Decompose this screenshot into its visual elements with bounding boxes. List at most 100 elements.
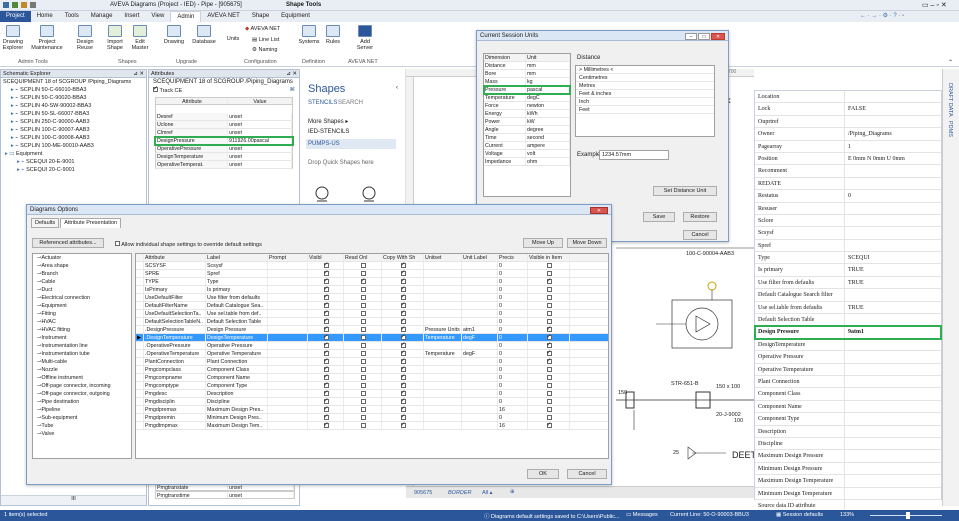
distance-unit-list[interactable]: > Millimetres < Centimetres Metres Feet & i… — [575, 65, 715, 137]
restore-button[interactable]: Restore — [683, 212, 717, 222]
property-row[interactable]: Lock FALSE — [755, 103, 941, 116]
unit-row[interactable]: Force newton — [484, 102, 570, 110]
explorer-item[interactable]: ▸ ⌁ SCPLIN 250-C-90000-AAB3 — [1, 118, 146, 126]
options-cell[interactable] — [308, 422, 344, 429]
options-cell[interactable] — [308, 270, 344, 277]
project-maintenance-button[interactable]: Project Maintenance — [30, 25, 64, 51]
checkbox[interactable] — [400, 310, 406, 317]
property-row[interactable]: Use sel.table from defaults TRUE — [755, 301, 941, 315]
explorer-item[interactable]: ▸ ⌁ SCPLIN 50-C-90020-BBA3 — [1, 94, 146, 102]
options-cell[interactable] — [528, 366, 570, 373]
naming-button[interactable]: ⚙ Naming — [252, 47, 292, 53]
property-row[interactable]: Component Type — [755, 413, 941, 426]
options-cell[interactable] — [382, 278, 424, 285]
checkbox[interactable] — [323, 270, 329, 277]
distance-unit-option[interactable]: Feet — [576, 106, 714, 114]
options-row[interactable]: PmgcompnameComponent Name 0 — [136, 374, 608, 382]
options-row[interactable]: TYPEType 0 — [136, 278, 608, 286]
property-row[interactable]: REDATE — [755, 177, 941, 191]
checkbox[interactable] — [323, 414, 329, 421]
checkbox[interactable] — [546, 319, 552, 324]
shape-type-item[interactable]: ⊸ Nozzle — [33, 366, 131, 374]
checkbox[interactable] — [400, 374, 406, 381]
shape-type-item[interactable]: ⊸ Equipment — [33, 302, 131, 310]
attribute-row[interactable]: Pmgtranstime unset — [155, 491, 295, 499]
shape-type-item[interactable]: ⊸ Off-page connector, incoming — [33, 382, 131, 390]
checkbox[interactable] — [546, 350, 552, 357]
column-header[interactable]: Read Onl — [344, 254, 382, 261]
checkbox[interactable] — [546, 287, 552, 292]
property-row[interactable]: Spref — [755, 239, 941, 253]
options-row[interactable]: PmgcomptypeComponent Type 0 — [136, 382, 608, 390]
attribute-value[interactable]: unset — [228, 161, 292, 168]
checkbox[interactable] — [360, 303, 366, 308]
options-cell[interactable] — [308, 374, 344, 381]
attribute-value[interactable]: unset — [228, 492, 294, 498]
property-value[interactable] — [845, 240, 941, 251]
shape-type-item[interactable]: ⊸ HVAC — [33, 318, 131, 326]
checkbox[interactable] — [360, 327, 366, 332]
property-value[interactable] — [845, 165, 941, 176]
move-up-button[interactable]: Move Up — [523, 238, 563, 248]
checkbox[interactable] — [546, 263, 552, 268]
attribute-value[interactable]: unset — [228, 153, 292, 160]
options-cell[interactable] — [528, 310, 570, 317]
options-cell[interactable] — [528, 334, 570, 341]
checkbox[interactable] — [323, 294, 329, 301]
cancel-button[interactable]: Cancel — [683, 230, 717, 240]
drawing-canvas[interactable]: 100-C-90004-AAB3 STR-651-B 150 x 100 150… — [616, 240, 763, 500]
property-value[interactable]: E 0mm N 0mm U 0mm — [845, 153, 941, 164]
options-row[interactable]: PmgdpremaxMaximum Design Pres.. 16 — [136, 406, 608, 414]
options-cell[interactable] — [344, 366, 382, 373]
options-cell[interactable] — [308, 414, 344, 421]
options-cell[interactable] — [344, 398, 382, 405]
property-value[interactable]: /Piping_Diagrams — [845, 128, 941, 139]
property-value[interactable]: TRUE — [845, 277, 941, 288]
property-row[interactable]: Default Catalogue Search filter — [755, 289, 941, 302]
page-tab-905675[interactable]: 905675 — [414, 490, 432, 496]
property-row[interactable]: Minimum Design Temperature — [755, 487, 941, 500]
column-header[interactable]: Attribute — [144, 254, 206, 261]
explorer-item[interactable]: ▸ ⌁ SCPLIN 100-C-90007-AAB3 — [1, 126, 146, 134]
ribbon-tab-project[interactable]: Project — [0, 11, 31, 22]
options-cell[interactable] — [344, 310, 382, 317]
options-row[interactable]: .DesignPressureDesign Pressure Pressure U… — [136, 326, 608, 334]
shape-type-item[interactable]: ⊸ Branch — [33, 270, 131, 278]
column-header[interactable]: Visible in Item — [528, 254, 570, 261]
options-row[interactable]: .OperativeTemperature Operative Temperatu… — [136, 350, 608, 358]
window-controls[interactable]: ▭ – ▫ ✕ — [922, 1, 947, 9]
shape-type-item[interactable]: ⊸ Cable — [33, 278, 131, 286]
explorer-item[interactable]: ▸ ▭ Equipment — [1, 150, 146, 158]
property-value[interactable]: TRUE — [845, 264, 941, 275]
checkbox[interactable] — [323, 358, 329, 365]
options-cell[interactable] — [344, 270, 382, 277]
shape-type-item[interactable]: ⊸ Instrument — [33, 334, 131, 342]
options-cell[interactable] — [344, 358, 382, 365]
more-shapes[interactable]: More Shapes ▸ — [308, 118, 348, 125]
checkbox[interactable] — [400, 398, 406, 405]
options-cell[interactable] — [344, 286, 382, 293]
checkbox[interactable] — [323, 390, 329, 397]
systems-button[interactable]: Systems — [296, 25, 322, 45]
options-cell[interactable] — [344, 294, 382, 301]
shape-type-item[interactable]: ⊸ Offline instrument — [33, 374, 131, 382]
shape-type-item[interactable]: ⊸ Electrical connection — [33, 294, 131, 302]
options-cell[interactable] — [308, 302, 344, 309]
explorer-item[interactable]: ▸ ⌁ SCPLIN 100-ME-90010-AAB3 — [1, 142, 146, 150]
unit-row[interactable]: Temperature degC — [484, 94, 570, 102]
checkbox[interactable] — [546, 399, 552, 404]
property-value[interactable] — [845, 475, 941, 486]
checkbox[interactable] — [400, 358, 406, 365]
options-cell[interactable] — [382, 382, 424, 389]
checkbox[interactable] — [360, 391, 366, 396]
add-server-button[interactable]: Add Server — [352, 25, 378, 51]
options-cell[interactable] — [528, 270, 570, 277]
drawing-upgrade-button[interactable]: Drawing — [160, 25, 188, 45]
options-cell[interactable] — [308, 398, 344, 405]
attribute-row[interactable]: Clmref unset — [155, 129, 293, 137]
options-cell[interactable] — [382, 286, 424, 293]
tab-search[interactable]: SEARCH — [338, 100, 363, 106]
options-row[interactable]: SPRESpref 0 — [136, 270, 608, 278]
options-cell[interactable] — [382, 334, 424, 341]
explorer-item[interactable]: ▸ ⌁ SCPLIN 40-SW-90002-BBA3 — [1, 102, 146, 110]
